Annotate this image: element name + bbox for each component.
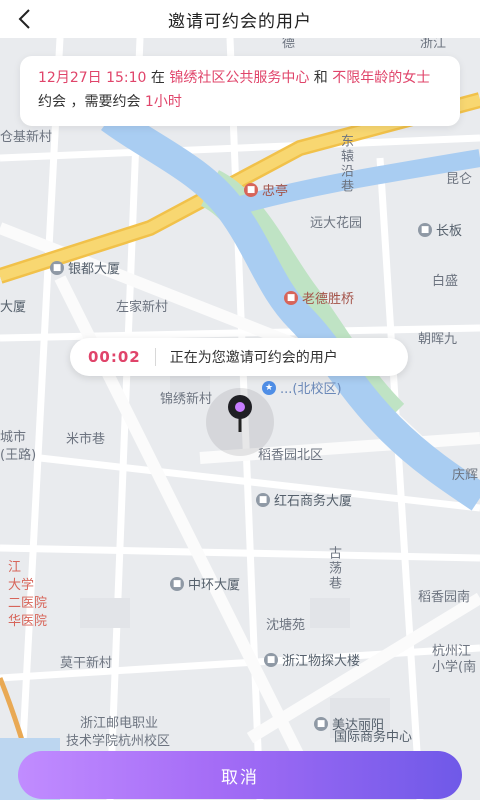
map-label: 浙江邮电职业	[80, 716, 159, 731]
map-label: (王路)	[0, 448, 37, 463]
map-label: 远大花园	[310, 216, 363, 231]
poi-marker[interactable]: ■ 红石商务大厦	[256, 490, 352, 509]
page-title: 邀请可约会的用户	[168, 11, 312, 32]
status-message: 正在为您邀请可约会的用户	[169, 350, 338, 366]
poi-icon: ■	[418, 222, 432, 237]
poi-marker[interactable]: ■ 长板	[418, 220, 462, 239]
map-label: 国际商务中心	[334, 730, 413, 745]
chevron-left-icon	[18, 9, 30, 29]
map-label: 小学(南	[432, 660, 477, 675]
poi-marker[interactable]: ■ 忠亭	[244, 180, 288, 199]
map-label: 德	[282, 38, 296, 51]
map-label: 江	[8, 560, 22, 575]
map-label: 稻香园南	[418, 590, 471, 605]
map-label: 白盛	[432, 274, 459, 289]
cancel-button[interactable]: 取消	[18, 751, 462, 799]
map-label: 杭州江	[432, 644, 472, 659]
poi-icon: ■	[314, 716, 328, 731]
school-icon: ★	[262, 380, 276, 395]
poi-marker[interactable]: ■ 老德胜桥	[284, 288, 354, 307]
map-label: 技术学院杭州校区	[66, 734, 171, 749]
poi-marker[interactable]: ■ 银都大厦	[50, 258, 120, 277]
map-label: 莫干新村	[60, 656, 113, 671]
map-label: 古荡巷	[326, 546, 341, 591]
poi-marker[interactable]: ■ 中环大厦	[170, 574, 240, 593]
poi-icon: ■	[284, 290, 298, 305]
map-label: 左家新村	[116, 300, 169, 315]
map-label: 锦绣新村	[160, 392, 213, 407]
poi-marker[interactable]: 大厦	[0, 296, 26, 315]
poi-marker[interactable]: ★ ...(北校区)	[262, 378, 342, 397]
map-label: 米市巷	[66, 432, 106, 447]
poi-icon: ■	[256, 492, 270, 507]
map-label: 仓基新村	[0, 130, 53, 145]
map-label: 沈塘苑	[266, 618, 306, 633]
map-label: 华医院	[8, 614, 48, 629]
poi-icon: ■	[264, 652, 278, 667]
poi-icon: ■	[50, 260, 64, 275]
invite-status-pill: 00:02 正在为您邀请可约会的用户	[70, 338, 408, 376]
divider	[154, 348, 156, 366]
poi-marker[interactable]: ■ 浙江物探大楼	[264, 650, 360, 669]
map-label: 朝晖九	[418, 332, 458, 347]
map-label: 浙江	[420, 38, 447, 51]
map-label: 东辕沿巷	[338, 134, 353, 194]
invite-info-card: 12月27日 15:10 在 锦绣社区公共服务中心 和 不限年龄的女士 约会 ，…	[20, 56, 460, 126]
poi-icon: ■	[170, 576, 184, 591]
invite-place: 锦绣社区公共服务中心	[169, 70, 310, 86]
map-label: 稻香园北区	[258, 448, 324, 463]
location-pin-icon	[228, 395, 252, 432]
map-label: 二医院	[8, 596, 48, 611]
map-label: 大学	[8, 578, 35, 593]
invite-duration: 1小时	[144, 94, 182, 110]
back-button[interactable]	[14, 8, 36, 30]
top-bar: 邀请可约会的用户	[0, 0, 480, 38]
map-label: 庆辉	[452, 468, 479, 483]
map-label: 昆仑	[446, 172, 473, 187]
poi-icon: ■	[244, 182, 258, 197]
invite-datetime: 12月27日 15:10	[38, 70, 147, 86]
map-label: 城市	[0, 430, 27, 445]
invite-target: 不限年龄的女士	[332, 70, 431, 86]
countdown-timer: 00:02	[88, 348, 141, 366]
